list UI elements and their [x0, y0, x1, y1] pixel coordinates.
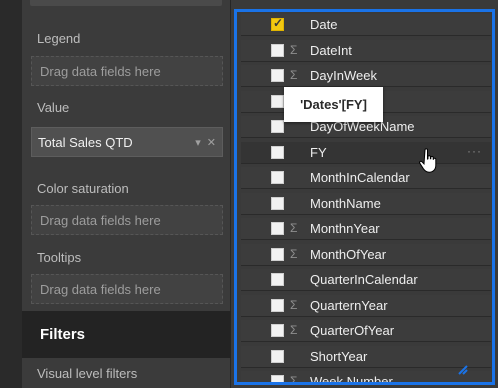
field-name: FY [310, 144, 327, 160]
sigma-icon: Σ [290, 68, 298, 82]
field-row[interactable]: Σ DateInt [241, 39, 491, 62]
value-label: Value [37, 100, 70, 115]
value-field-name: Total Sales QTD [38, 134, 133, 150]
sigma-icon: Σ [290, 297, 298, 312]
field-name: QuarternYear [310, 297, 388, 313]
field-name: MonthName [310, 195, 381, 211]
field-name: Date [310, 17, 338, 32]
field-row[interactable]: MonthInCalendar [241, 167, 491, 189]
field-row[interactable]: FY ··· [241, 141, 491, 164]
checkbox-icon[interactable] [271, 375, 284, 382]
checkbox-icon[interactable] [271, 222, 284, 235]
checkbox-icon[interactable] [271, 298, 284, 312]
field-name: MonthnYear [310, 221, 380, 236]
color-saturation-label: Color saturation [37, 181, 129, 196]
hand-cursor-icon [419, 148, 437, 173]
field-tooltip: 'Dates'[FY] [284, 87, 383, 122]
visual-level-filters-label: Visual level filters [37, 366, 138, 381]
field-name: DateInt [310, 42, 352, 58]
field-row[interactable]: Σ MonthOfYear [241, 243, 491, 266]
field-name: ShortYear [310, 348, 368, 364]
field-name: QuarterInCalendar [310, 272, 418, 287]
field-row[interactable]: Σ QuarterOfYear [241, 320, 491, 342]
checkbox-icon[interactable] [271, 349, 284, 363]
field-row[interactable]: QuarterInCalendar [241, 269, 491, 291]
checkbox-icon[interactable] [271, 171, 284, 184]
checkbox-icon[interactable] [271, 145, 284, 159]
field-name: QuarterOfYear [310, 323, 395, 338]
field-name: Week Number [310, 374, 393, 385]
field-row[interactable]: Σ DayInWeek [241, 65, 491, 87]
sigma-icon: Σ [290, 42, 298, 57]
checkbox-icon[interactable] [271, 324, 284, 337]
checkbox-checked-icon[interactable] [271, 16, 284, 31]
checkbox-icon[interactable] [271, 120, 284, 133]
close-icon[interactable]: ✕ [207, 136, 216, 149]
field-row[interactable]: MonthName [241, 192, 491, 215]
tooltips-drop-zone[interactable]: Drag data fields here [31, 274, 223, 304]
filters-title: Filters [40, 326, 86, 343]
field-name: MonthInCalendar [310, 170, 410, 185]
color-saturation-drop-zone[interactable]: Drag data fields here [31, 205, 223, 235]
fields-wells-pane: Legend Drag data fields here Value Total… [0, 0, 231, 388]
chevron-down-icon[interactable]: ▾ [195, 136, 201, 149]
sigma-icon: Σ [290, 246, 298, 261]
field-row[interactable]: Date [241, 14, 491, 36]
checkbox-icon[interactable] [271, 69, 284, 82]
resize-handle-icon[interactable] [457, 364, 469, 376]
checkbox-icon[interactable] [271, 196, 284, 210]
dates-field-list: DateΣDateIntΣDayInWeekDayOfWeekDayOfWeek… [234, 9, 495, 385]
sigma-icon: Σ [290, 221, 298, 235]
field-row[interactable]: Σ MonthnYear [241, 218, 491, 240]
field-row[interactable]: Σ Week Number [241, 371, 491, 385]
field-name: DayInWeek [310, 68, 377, 83]
checkbox-icon[interactable] [271, 43, 284, 57]
legend-drop-zone[interactable]: Drag data fields here [31, 56, 223, 86]
tooltips-label: Tooltips [37, 250, 82, 265]
field-row[interactable]: Σ QuarternYear [241, 294, 491, 317]
field-name: MonthOfYear [310, 246, 387, 262]
checkbox-icon[interactable] [271, 273, 284, 286]
legend-label: Legend [37, 31, 81, 46]
visual-type-dropdown[interactable] [30, 0, 222, 6]
more-options-icon[interactable]: ··· [467, 144, 482, 158]
sigma-icon: Σ [290, 374, 298, 385]
checkbox-icon[interactable] [271, 94, 284, 108]
value-field-chip[interactable]: Total Sales QTD ▾ ✕ [31, 127, 223, 157]
field-row[interactable]: ShortYear [241, 345, 491, 368]
pane-edge [0, 0, 22, 388]
sigma-icon: Σ [290, 323, 298, 337]
checkbox-icon[interactable] [271, 247, 284, 261]
